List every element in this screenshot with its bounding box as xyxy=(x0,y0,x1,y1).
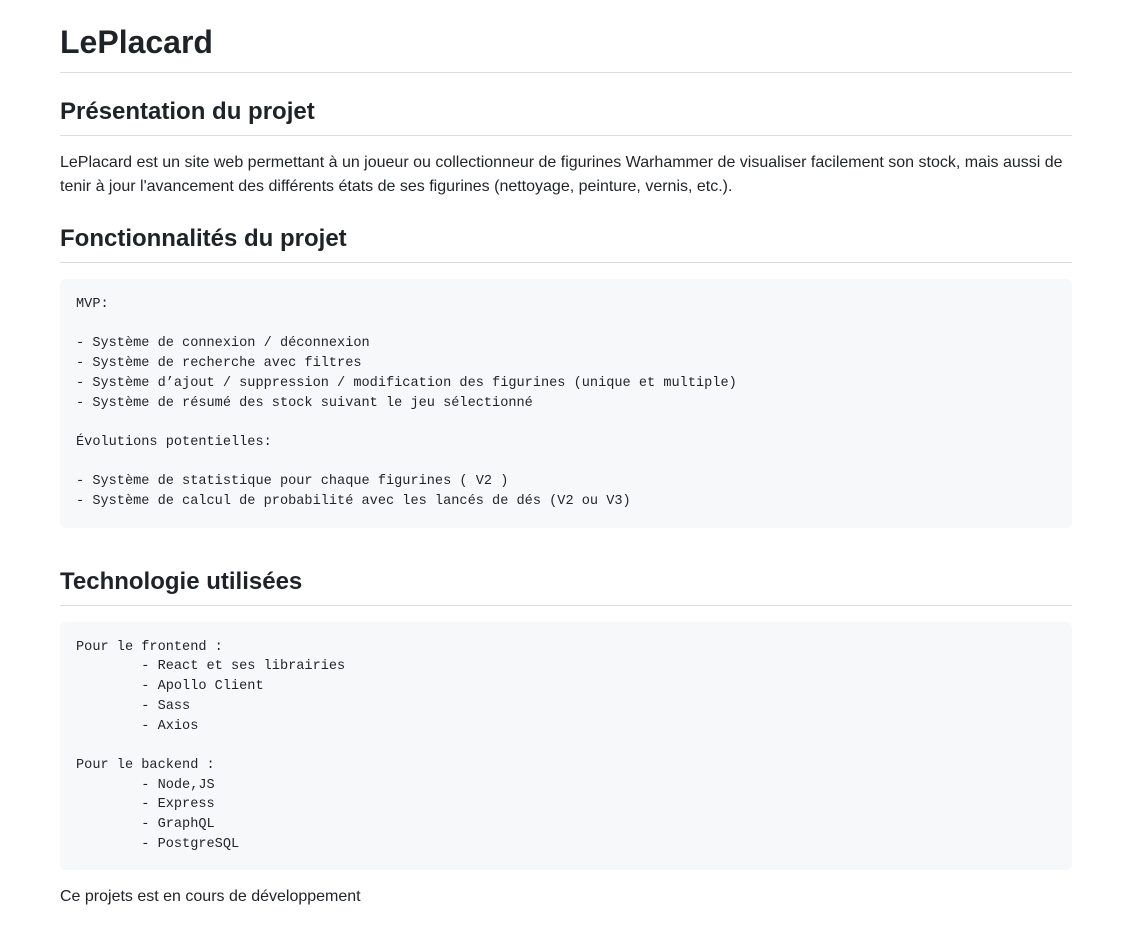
technology-code-block: Pour le frontend : - React et ses librai… xyxy=(60,621,1072,871)
readme-content: LePlacard Présentation du projet LePlaca… xyxy=(0,0,1126,909)
heading-features: Fonctionnalités du projet xyxy=(60,224,1072,263)
features-code-block: MVP: - Système de connexion / déconnexio… xyxy=(60,279,1072,528)
heading-technology: Technologie utilisées xyxy=(60,567,1072,606)
page-title: LePlacard xyxy=(60,0,1072,73)
heading-presentation: Présentation du projet xyxy=(60,97,1072,136)
presentation-paragraph: LePlacard est un site web permettant à u… xyxy=(60,154,1063,195)
development-status-note: Ce projets est en cours de développement xyxy=(60,888,361,906)
